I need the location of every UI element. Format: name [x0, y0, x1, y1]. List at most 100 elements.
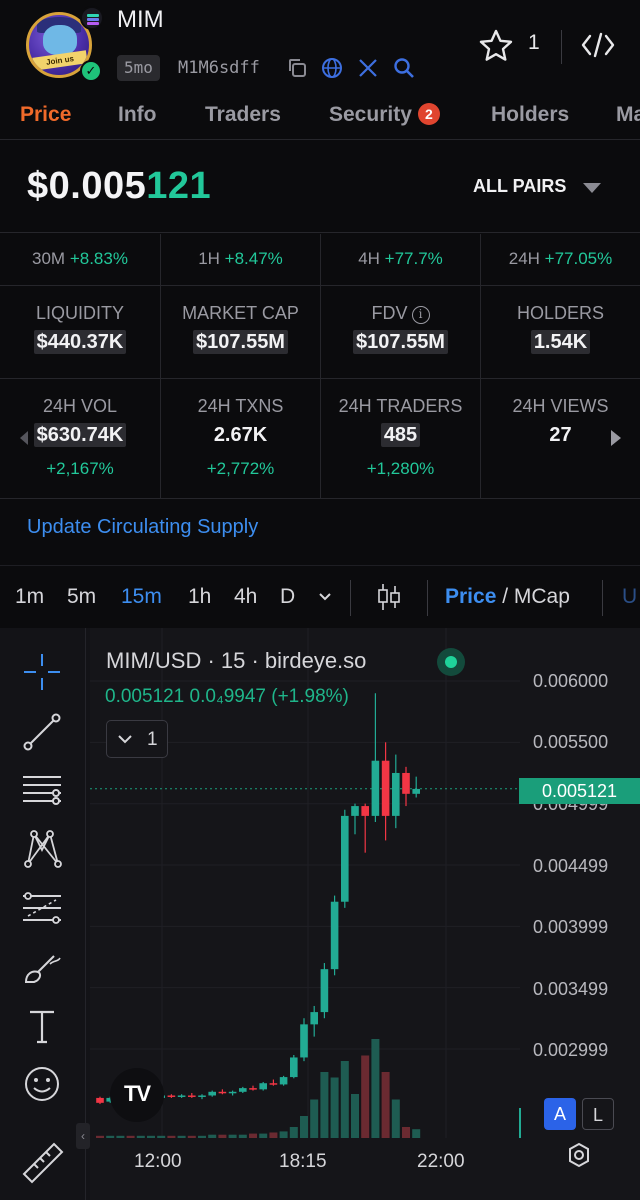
all-pairs-selector[interactable]: ALL PAIRS	[473, 176, 566, 197]
toolbar-divider	[602, 580, 603, 616]
x-axis-label: 18:15	[279, 1151, 327, 1172]
volume-bar	[330, 1077, 339, 1138]
candlestick-type-icon[interactable]	[376, 582, 402, 612]
log-scale-button[interactable]: L	[582, 1098, 614, 1130]
stat-label: 24H VIEWS	[512, 396, 609, 416]
ohlc-legend: 0.005121 0.0₄9947 (+1.98%)	[105, 686, 349, 707]
chevron-down-icon[interactable]	[583, 183, 601, 193]
volume-edge-bar	[519, 1108, 521, 1138]
stat-label: 24H TRADERS	[338, 396, 463, 416]
scroll-right-icon[interactable]	[611, 430, 621, 446]
ruler-icon[interactable]	[20, 1140, 64, 1184]
candle-body	[167, 1095, 176, 1097]
current-price: $0.005121	[27, 165, 211, 208]
tab-security[interactable]: Security 2	[329, 103, 440, 127]
timeframe-1h[interactable]: 1h	[188, 585, 211, 609]
volume-bar	[412, 1129, 421, 1138]
candle-body	[228, 1091, 237, 1094]
timeframe-d[interactable]: D	[280, 585, 295, 609]
tradingview-logo-text: TV	[123, 1081, 151, 1106]
fib-retracement-icon[interactable]	[20, 886, 64, 930]
volume-bar	[106, 1135, 115, 1138]
perf-30m[interactable]: 30M +8.83%	[0, 234, 161, 285]
tab-more[interactable]: Ma	[616, 103, 640, 127]
stat-change: +1,280%	[366, 459, 435, 478]
chart-settings-icon[interactable]	[566, 1142, 592, 1168]
perf-change: +77.05%	[544, 249, 613, 268]
volume-bar	[289, 1127, 298, 1138]
brush-icon[interactable]	[20, 946, 64, 990]
crosshair-icon[interactable]	[20, 650, 64, 694]
y-axis-label: 0.005500	[533, 732, 609, 752]
candle-body	[310, 1012, 318, 1025]
tab-traders[interactable]: Traders	[205, 103, 281, 127]
copy-icon[interactable]	[285, 56, 309, 80]
chevron-down-icon[interactable]	[318, 590, 332, 604]
tab-holders[interactable]: Holders	[491, 103, 569, 127]
info-icon[interactable]: i	[411, 306, 430, 324]
x-axis-label: 12:00	[134, 1151, 182, 1172]
collapse-toolbar-button[interactable]: ‹	[76, 1123, 90, 1149]
stat-label: LIQUIDITY	[35, 303, 124, 323]
volume-bar	[157, 1135, 166, 1138]
trend-line-icon[interactable]	[20, 710, 64, 754]
tab-info[interactable]: Info	[118, 103, 156, 127]
volume-bar	[361, 1055, 370, 1138]
volume-bar	[351, 1094, 359, 1138]
price-summary: $0.005121 ALL PAIRS	[0, 141, 640, 233]
x-icon[interactable]	[356, 56, 380, 80]
price-chart[interactable]: MIM/USD · 15 · birdeye.so 0.005121 0.0₄9…	[90, 628, 640, 1200]
volume-bar	[340, 1061, 349, 1138]
solana-chain-icon	[80, 6, 104, 30]
volume-bar	[391, 1099, 400, 1138]
chart-container: ‹ MIM/USD · 15 · birdeye.so 0.005121 0.0…	[0, 628, 640, 1200]
stat-value: $107.55M	[161, 330, 320, 354]
volume-bar	[259, 1133, 268, 1138]
auto-scale-button[interactable]: A	[544, 1098, 576, 1130]
tab-price[interactable]: Price	[20, 103, 71, 127]
timeframe-5m[interactable]: 5m	[67, 585, 96, 609]
perf-1h[interactable]: 1H +8.47%	[161, 234, 321, 285]
perf-4h[interactable]: 4H +77.7%	[321, 234, 481, 285]
volume-bar	[371, 1039, 380, 1138]
candle-body	[269, 1083, 278, 1085]
toolbar-overflow-item[interactable]: U	[622, 585, 637, 609]
timeframe-15m[interactable]: 15m	[121, 585, 162, 609]
update-circulating-supply-link[interactable]: Update Circulating Supply	[27, 516, 258, 539]
text-tool-icon[interactable]	[20, 1004, 64, 1048]
perf-period: 24H	[508, 249, 540, 268]
performance-row: 30M +8.83% 1H +8.47% 4H +77.7% 24H +77.0…	[0, 234, 640, 286]
y-axis-label: 0.006000	[533, 671, 609, 691]
stat-value: 2.67K	[213, 424, 268, 446]
y-axis-label: 0.003999	[533, 917, 609, 937]
tradingview-logo[interactable]: TV	[110, 1068, 164, 1122]
price-mcap-toggle[interactable]: Price / MCap	[445, 585, 570, 609]
candle-body	[341, 815, 349, 902]
volume-bar	[218, 1134, 227, 1138]
token-age-badge: 5mo	[117, 55, 160, 81]
pattern-tool-icon[interactable]	[20, 826, 64, 870]
timeframe-4h[interactable]: 4h	[234, 585, 257, 609]
perf-24h[interactable]: 24H +77.05%	[481, 234, 640, 285]
candle-body	[279, 1077, 288, 1085]
horizontal-lines-icon[interactable]	[20, 768, 64, 812]
candle-body	[371, 760, 380, 816]
token-name: MIM	[117, 6, 164, 33]
star-icon[interactable]	[478, 28, 514, 64]
toolbar-divider	[427, 580, 428, 616]
volume-bar	[249, 1133, 257, 1138]
indicators-toggle-button[interactable]: 1	[106, 720, 168, 758]
search-icon[interactable]	[392, 56, 416, 80]
candle-body	[412, 788, 420, 794]
token-address[interactable]: M1M6sdff	[178, 56, 260, 80]
code-icon[interactable]	[580, 30, 616, 60]
volume-bar	[208, 1134, 217, 1138]
x-axis-label: 22:00	[417, 1151, 465, 1172]
drawing-toolbar	[0, 628, 86, 1200]
timeframe-1m[interactable]: 1m	[15, 585, 44, 609]
stat-24h-volume: 24H VOL $630.74K +2,167%	[0, 379, 161, 498]
stat-label: FDV i	[321, 303, 480, 324]
emoji-icon[interactable]	[20, 1062, 64, 1106]
candle-body	[351, 806, 359, 816]
globe-icon[interactable]	[320, 56, 344, 80]
